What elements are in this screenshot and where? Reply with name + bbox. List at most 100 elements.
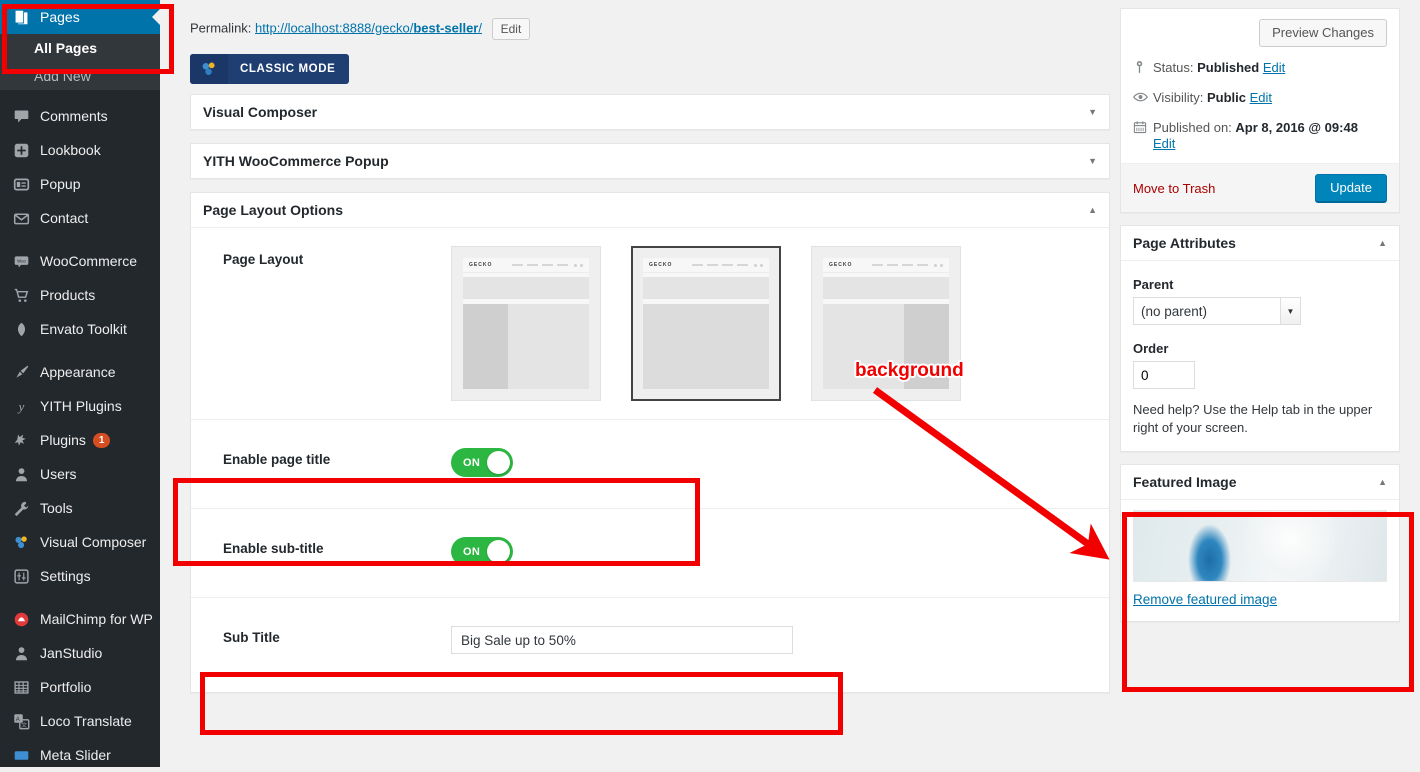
sidebar-item-popup[interactable]: Popup xyxy=(0,167,160,201)
move-to-trash-link[interactable]: Move to Trash xyxy=(1133,181,1215,196)
layout-preview-sidebar-right xyxy=(903,304,949,389)
sidebar-item-label: Loco Translate xyxy=(40,713,132,729)
publish-actions: Move to Trash Update xyxy=(1121,163,1399,212)
edit-permalink-button[interactable]: Edit xyxy=(491,18,531,40)
layout-choice-right-sidebar[interactable]: GECKO xyxy=(811,246,961,401)
edit-published-date-link[interactable]: Edit xyxy=(1153,136,1175,151)
sidebar-item-envato-toolkit[interactable]: Envato Toolkit xyxy=(0,312,160,346)
sidebar-item-label: Envato Toolkit xyxy=(40,321,127,337)
page-attributes-header[interactable]: Page Attributes ▲ xyxy=(1121,226,1399,261)
parent-select[interactable]: (no parent) ▼ xyxy=(1133,297,1301,325)
edit-visibility-link[interactable]: Edit xyxy=(1250,90,1272,105)
layout-preview-body xyxy=(463,304,589,389)
layout-preview-body xyxy=(643,304,769,389)
layout-choice-full-width[interactable]: GECKO xyxy=(631,246,781,401)
layout-choice-left-sidebar[interactable]: GECKO xyxy=(451,246,601,401)
sidebar-item-portfolio[interactable]: Portfolio xyxy=(0,670,160,704)
order-label: Order xyxy=(1133,341,1169,356)
sidebar-item-pages[interactable]: Pages xyxy=(0,0,160,34)
admin-sidebar-menu: Pages All Pages Add New Comments Lookboo… xyxy=(0,0,160,767)
status-value: Published xyxy=(1197,60,1260,75)
sidebar-subitem-all-pages[interactable]: All Pages xyxy=(0,34,160,62)
metabox-title: Visual Composer xyxy=(203,104,318,120)
chevron-down-icon[interactable]: ▼ xyxy=(1280,298,1300,324)
leaf-icon xyxy=(11,319,31,339)
page-attributes-box: Page Attributes ▲ Parent (no parent) ▼ O… xyxy=(1120,225,1400,452)
classic-mode-button[interactable]: CLASSIC MODE xyxy=(190,54,350,84)
edit-status-link[interactable]: Edit xyxy=(1263,60,1285,75)
sidebar-item-loco-translate[interactable]: A文 Loco Translate xyxy=(0,704,160,738)
preview-changes-button[interactable]: Preview Changes xyxy=(1259,19,1387,47)
sidebar-column: Preview Changes Status: Published Edit V… xyxy=(1120,0,1400,634)
featured-image-thumbnail[interactable] xyxy=(1133,510,1387,582)
sidebar-item-janstudio[interactable]: JanStudio xyxy=(0,636,160,670)
metabox-header[interactable]: Page Layout Options ▲ xyxy=(191,193,1109,228)
metabox-yith-woocommerce-popup[interactable]: YITH WooCommerce Popup ▼ xyxy=(190,143,1110,179)
chevron-down-icon[interactable]: ▼ xyxy=(1088,107,1097,117)
sidebar-item-visual-composer[interactable]: Visual Composer xyxy=(0,525,160,559)
layout-preview-content xyxy=(643,304,769,389)
metabox-header[interactable]: YITH WooCommerce Popup ▼ xyxy=(191,144,1109,178)
page-attributes-help-text: Need help? Use the Help tab in the upper… xyxy=(1133,402,1373,435)
enable-page-title-toggle[interactable]: ON xyxy=(451,448,513,477)
metabox-header[interactable]: Visual Composer ▼ xyxy=(191,95,1109,129)
sub-title-input[interactable] xyxy=(451,626,793,654)
plug-icon xyxy=(11,430,31,450)
toggle-state-label: ON xyxy=(463,456,481,469)
chevron-up-icon[interactable]: ▲ xyxy=(1378,238,1387,248)
toggle-state-label: ON xyxy=(463,545,481,558)
sidebar-item-label: Plugins xyxy=(40,432,86,448)
sidebar-item-label: Tools xyxy=(40,500,73,516)
layout-preview-content xyxy=(823,304,904,389)
page-attributes-body: Parent (no parent) ▼ Order Need help? Us… xyxy=(1121,261,1399,451)
sidebar-item-label: Pages xyxy=(40,9,80,25)
comments-icon xyxy=(11,106,31,126)
layout-preview-hero xyxy=(463,277,589,299)
svg-text:y: y xyxy=(16,399,24,413)
update-button[interactable]: Update xyxy=(1315,174,1387,202)
sidebar-item-settings[interactable]: Settings xyxy=(0,559,160,593)
sidebar-item-tools[interactable]: Tools xyxy=(0,491,160,525)
chevron-up-icon[interactable]: ▲ xyxy=(1378,477,1387,487)
sidebar-item-contact[interactable]: Contact xyxy=(0,201,160,235)
layout-preview-nav xyxy=(872,264,929,266)
layout-preview-sidebar-left xyxy=(463,304,509,389)
eye-icon xyxy=(1133,89,1153,104)
sidebar-item-yith-plugins[interactable]: y YITH Plugins xyxy=(0,389,160,423)
sidebar-item-woocommerce[interactable]: Woo WooCommerce xyxy=(0,244,160,278)
metabox-title: YITH WooCommerce Popup xyxy=(203,153,389,169)
sidebar-item-plugins[interactable]: Plugins 1 xyxy=(0,423,160,457)
paintbrush-icon xyxy=(11,362,31,382)
sidebar-item-label: Users xyxy=(40,466,77,482)
sidebar-item-mailchimp-for-wp[interactable]: MailChimp for WP xyxy=(0,602,160,636)
user-icon xyxy=(11,643,31,663)
sidebar-item-label: Meta Slider xyxy=(40,747,111,763)
woocommerce-icon: Woo xyxy=(11,251,31,271)
permalink-url[interactable]: http://localhost:8888/gecko/best-seller/ xyxy=(255,20,482,35)
remove-featured-image-link[interactable]: Remove featured image xyxy=(1133,592,1277,607)
metabox-title: Page Layout Options xyxy=(203,202,344,218)
sidebar-item-users[interactable]: Users xyxy=(0,457,160,491)
enable-sub-title-toggle[interactable]: ON xyxy=(451,537,513,566)
pages-submenu: All Pages Add New xyxy=(0,34,160,90)
sidebar-item-comments[interactable]: Comments xyxy=(0,99,160,133)
translate-icon: A文 xyxy=(11,711,31,731)
sidebar-item-appearance[interactable]: Appearance xyxy=(0,355,160,389)
visual-composer-icon xyxy=(190,54,228,84)
visibility-label: Visibility: xyxy=(1153,90,1204,105)
sidebar-item-products[interactable]: Products xyxy=(0,278,160,312)
featured-image-header[interactable]: Featured Image ▲ xyxy=(1121,465,1399,500)
layout-preview-hero xyxy=(823,277,949,299)
chevron-down-icon[interactable]: ▼ xyxy=(1088,156,1097,166)
sidebar-subitem-add-new[interactable]: Add New xyxy=(0,62,160,90)
status-label: Status: xyxy=(1153,60,1194,75)
published-on-text: Published on: Apr 8, 2016 @ 09:48 xyxy=(1153,119,1358,137)
order-input[interactable] xyxy=(1133,361,1195,389)
sidebar-item-lookbook[interactable]: Lookbook xyxy=(0,133,160,167)
sidebar-item-label: JanStudio xyxy=(40,645,103,661)
chevron-up-icon[interactable]: ▲ xyxy=(1088,205,1097,215)
user-icon xyxy=(11,464,31,484)
layout-preview: GECKO xyxy=(463,258,589,389)
sidebar-subitem-label: Add New xyxy=(34,68,91,84)
metabox-visual-composer[interactable]: Visual Composer ▼ xyxy=(190,94,1110,130)
